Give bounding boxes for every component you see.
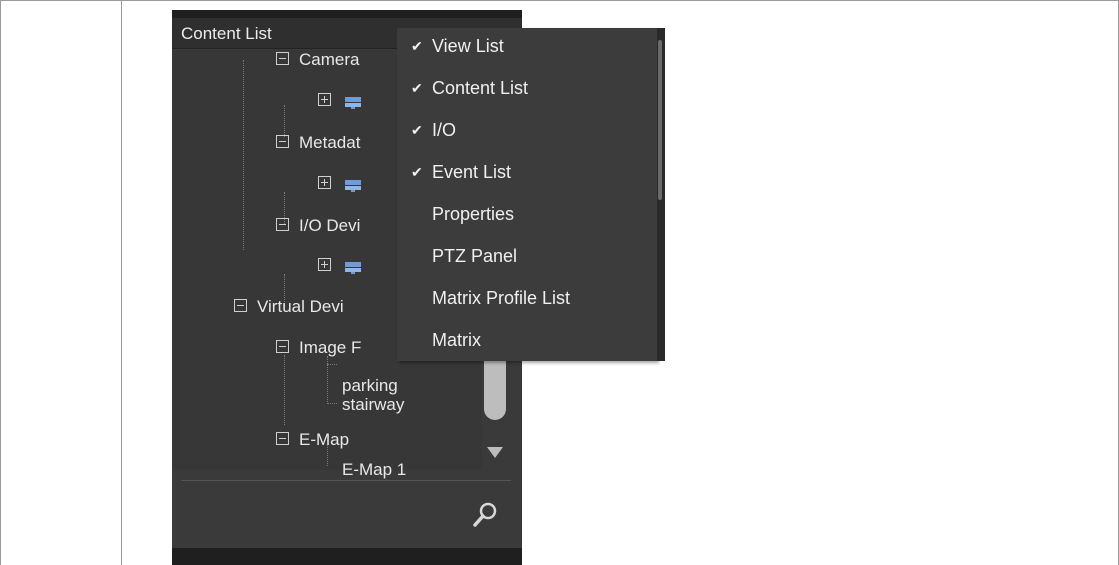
tree-node-label: Metadat bbox=[299, 133, 361, 152]
tree-node-metadata-device[interactable] bbox=[318, 174, 361, 194]
expand-icon[interactable] bbox=[318, 93, 331, 107]
checkmark-icon: ✔ bbox=[411, 122, 423, 138]
collapse-icon[interactable] bbox=[276, 135, 289, 149]
table-cell-left bbox=[0, 0, 122, 565]
tree-node-label: I/O Devi bbox=[299, 216, 361, 235]
tree-node-label: E-Map bbox=[299, 430, 350, 449]
checkmark-icon: ✔ bbox=[411, 80, 423, 96]
tree-node-label: stairway bbox=[342, 395, 405, 414]
tree-guide-line bbox=[243, 60, 244, 250]
scroll-down-arrow-icon[interactable] bbox=[487, 447, 503, 458]
checkmark-icon: ✔ bbox=[411, 38, 423, 54]
tree-node-camera-device[interactable] bbox=[318, 91, 361, 111]
tree-guide-line bbox=[327, 364, 337, 365]
collapse-icon[interactable] bbox=[276, 52, 289, 66]
menu-item-label: View List bbox=[432, 36, 504, 56]
tree-node-emap-1[interactable]: E-Map 1 bbox=[342, 460, 406, 480]
menu-edge-scrollbar-thumb bbox=[658, 40, 662, 200]
menu-item-label: PTZ Panel bbox=[432, 246, 518, 266]
search-button[interactable] bbox=[470, 500, 500, 530]
tree-node-emap[interactable]: E-Map bbox=[276, 430, 349, 450]
menu-item-label: Content List bbox=[432, 78, 529, 98]
expand-icon[interactable] bbox=[318, 258, 331, 272]
panel-divider bbox=[181, 480, 511, 481]
menu-item-view-list[interactable]: ✔ View List bbox=[397, 28, 655, 68]
menu-item-label: Properties bbox=[432, 204, 515, 224]
search-icon bbox=[473, 502, 497, 527]
menu-item-content-list[interactable]: ✔ Content List bbox=[397, 70, 655, 110]
view-context-menu: ✔ View List ✔ Content List ✔ I/O ✔ Event… bbox=[397, 28, 657, 361]
tree-node-io-device[interactable]: I/O Devi bbox=[276, 216, 360, 236]
tree-node-stairway[interactable]: stairway bbox=[342, 395, 404, 415]
tree-node-label: E-Map 1 bbox=[342, 460, 407, 479]
menu-item-io[interactable]: ✔ I/O bbox=[397, 112, 655, 152]
device-icon bbox=[345, 177, 361, 192]
tree-guide-line bbox=[327, 403, 337, 404]
tree-node-metadata[interactable]: Metadat bbox=[276, 133, 360, 153]
menu-item-label: I/O bbox=[432, 120, 457, 140]
panel-title: Content List bbox=[181, 24, 272, 43]
collapse-icon[interactable] bbox=[276, 218, 289, 232]
menu-item-ptz-panel[interactable]: PTZ Panel bbox=[397, 238, 655, 278]
tree-node-label: Camera bbox=[299, 50, 360, 69]
menu-item-properties[interactable]: Properties bbox=[397, 196, 655, 236]
tree-node-image[interactable]: Image F bbox=[276, 338, 361, 358]
collapse-icon[interactable] bbox=[276, 432, 289, 446]
collapse-icon[interactable] bbox=[234, 299, 247, 313]
expand-icon[interactable] bbox=[318, 176, 331, 190]
tree-node-label: Image F bbox=[299, 338, 362, 357]
device-icon bbox=[345, 259, 361, 274]
checkmark-icon: ✔ bbox=[411, 164, 423, 180]
panel-bottom-bar bbox=[172, 548, 522, 565]
panel-top-bar bbox=[172, 10, 522, 18]
menu-item-matrix-profile-list[interactable]: Matrix Profile List bbox=[397, 280, 655, 320]
device-icon bbox=[345, 94, 361, 109]
tree-node-camera[interactable]: Camera bbox=[276, 50, 359, 70]
menu-item-label: Matrix bbox=[432, 330, 481, 350]
menu-item-event-list[interactable]: ✔ Event List bbox=[397, 154, 655, 194]
tree-node-parking[interactable]: parking bbox=[342, 376, 398, 396]
menu-item-label: Event List bbox=[432, 162, 512, 182]
menu-item-matrix[interactable]: Matrix bbox=[397, 322, 655, 362]
tree-node-virtual-device[interactable]: Virtual Devi bbox=[234, 297, 344, 317]
tree-node-label: Virtual Devi bbox=[257, 297, 344, 316]
tree-guide-line bbox=[284, 355, 285, 425]
menu-item-label: Matrix Profile List bbox=[432, 288, 571, 308]
tree-node-io-device-item[interactable] bbox=[318, 256, 361, 276]
tree-node-label: parking bbox=[342, 376, 398, 395]
collapse-icon[interactable] bbox=[276, 340, 289, 354]
